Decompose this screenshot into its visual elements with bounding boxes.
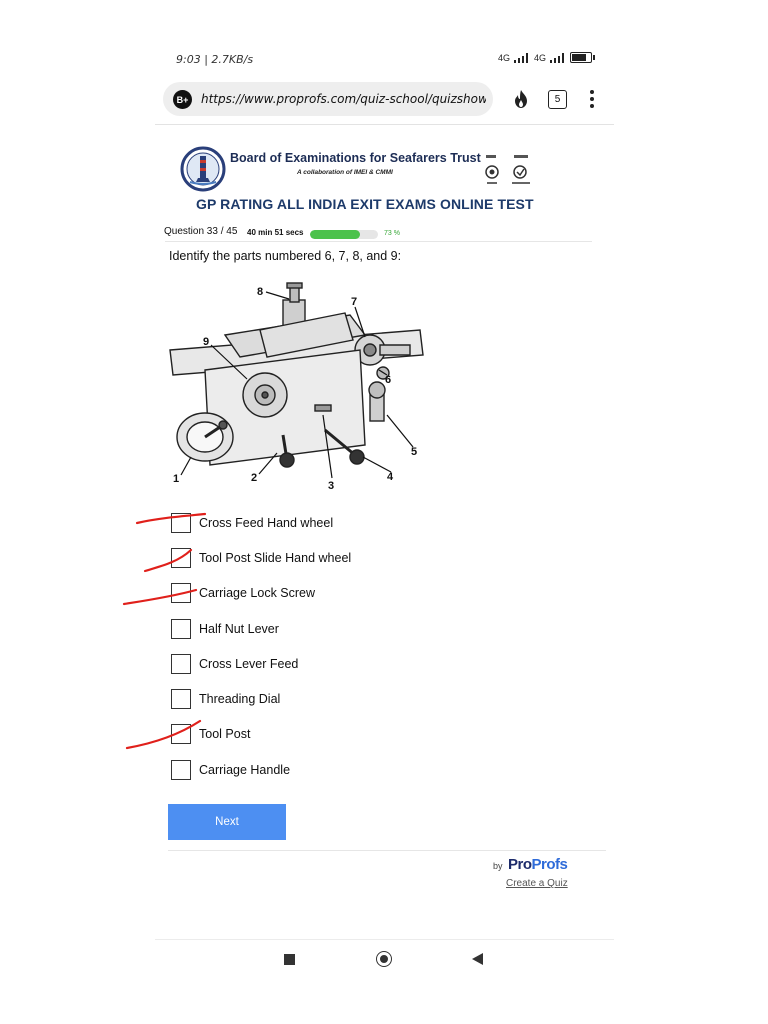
back-icon[interactable] xyxy=(472,953,483,965)
progress-percent: 73 % xyxy=(384,230,400,237)
option-half-nut-lever[interactable]: Half Nut Lever xyxy=(171,618,279,640)
option-tool-post-slide-hand-wheel[interactable]: Tool Post Slide Hand wheel xyxy=(171,547,351,569)
tab-switcher-button[interactable]: 5 xyxy=(548,90,567,109)
toolbar-divider xyxy=(155,124,614,125)
option-checkbox[interactable] xyxy=(171,583,191,603)
option-label: Threading Dial xyxy=(199,692,281,706)
brand-part-2: Profs xyxy=(531,856,568,873)
diagram-label-7: 7 xyxy=(351,296,357,308)
certification-badges-icon xyxy=(485,155,530,184)
option-label: Carriage Lock Screw xyxy=(199,586,316,600)
option-tool-post[interactable]: Tool Post xyxy=(171,723,250,745)
option-checkbox[interactable] xyxy=(171,513,191,533)
option-checkbox[interactable] xyxy=(171,724,191,744)
option-cross-lever-feed[interactable]: Cross Lever Feed xyxy=(171,653,298,675)
by-label: by xyxy=(493,861,503,871)
status-icons: 4G 4G xyxy=(498,52,596,63)
diagram-label-8: 8 xyxy=(257,286,263,298)
signal-icon-2 xyxy=(550,52,566,63)
option-checkbox[interactable] xyxy=(171,689,191,709)
footer-divider xyxy=(168,850,606,851)
next-button[interactable]: Next xyxy=(168,804,286,840)
org-title: Board of Examinations for Seafarers Trus… xyxy=(230,151,481,165)
progress-bar-fill xyxy=(310,230,360,239)
option-checkbox[interactable] xyxy=(171,619,191,639)
brand-part-1: Pro xyxy=(508,856,532,873)
diagram-label-6: 6 xyxy=(385,374,391,386)
lighthouse-logo-icon xyxy=(180,146,226,192)
option-label: Half Nut Lever xyxy=(199,622,279,636)
url-input[interactable] xyxy=(201,88,486,110)
status-time-speed: 9:03 | 2.7KB/s xyxy=(176,53,254,66)
diagram-label-2: 2 xyxy=(251,472,257,484)
network-type-label-2: 4G xyxy=(534,52,547,63)
option-label: Tool Post xyxy=(199,727,251,741)
diagram-label-4: 4 xyxy=(387,471,394,483)
create-quiz-link[interactable]: Create a Quiz xyxy=(506,878,568,889)
diagram-label-9: 9 xyxy=(203,336,209,348)
option-label: Cross Lever Feed xyxy=(199,657,299,671)
option-checkbox[interactable] xyxy=(171,654,191,674)
option-carriage-handle[interactable]: Carriage Handle xyxy=(171,759,290,781)
option-carriage-lock-screw[interactable]: Carriage Lock Screw xyxy=(171,582,315,604)
option-checkbox[interactable] xyxy=(171,548,191,568)
signal-icon xyxy=(514,52,530,63)
diagram-label-1: 1 xyxy=(173,473,179,485)
network-type-label: 4G xyxy=(498,52,511,63)
option-label: Carriage Handle xyxy=(199,763,291,777)
diagram-label-3: 3 xyxy=(328,480,334,492)
lathe-carriage-diagram: 8 7 9 6 5 1 2 3 4 xyxy=(169,282,424,492)
profile-badge-icon[interactable]: B+ xyxy=(173,90,192,109)
exam-title: GP RATING ALL INDIA EXIT EXAMS ONLINE TE… xyxy=(196,196,534,212)
option-checkbox[interactable] xyxy=(171,760,191,780)
option-threading-dial[interactable]: Threading Dial xyxy=(171,688,280,710)
flame-icon[interactable] xyxy=(511,89,531,109)
option-label: Tool Post Slide Hand wheel xyxy=(199,551,352,565)
diagram-label-5: 5 xyxy=(411,446,417,458)
more-menu-icon[interactable] xyxy=(590,90,596,108)
option-cross-feed-hand-wheel[interactable]: Cross Feed Hand wheel xyxy=(171,512,333,534)
question-text: Identify the parts numbered 6, 7, 8, and… xyxy=(169,249,402,263)
question-counter: Question 33 / 45 xyxy=(164,226,238,237)
option-label: Cross Feed Hand wheel xyxy=(199,516,334,530)
recents-icon[interactable] xyxy=(284,954,295,965)
home-icon[interactable] xyxy=(376,951,392,967)
quiz-timer: 40 min 51 secs xyxy=(247,228,304,237)
battery-icon xyxy=(570,52,596,63)
progress-divider xyxy=(165,241,592,242)
org-subtitle: A collaboration of IMEI & CMMI xyxy=(297,169,393,176)
proprofs-logo[interactable]: ProProfs xyxy=(508,856,568,873)
address-bar[interactable]: B+ xyxy=(163,82,493,116)
nav-divider xyxy=(155,939,614,940)
progress-bar xyxy=(310,230,378,239)
